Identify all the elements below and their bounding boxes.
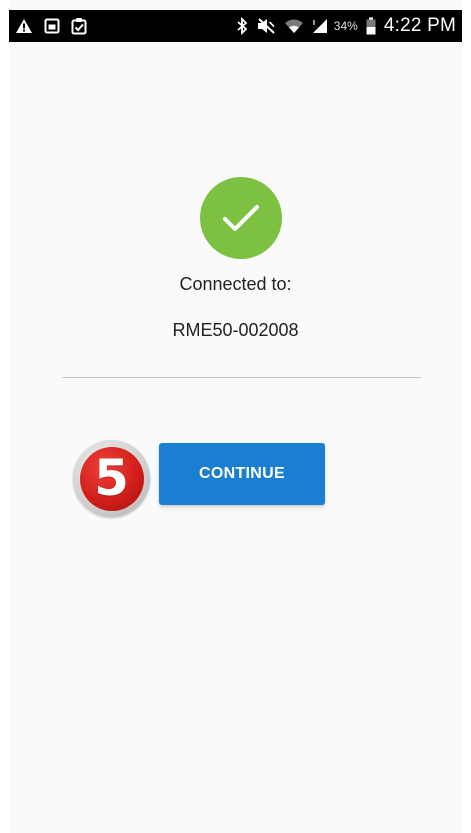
connection-screen: Connected to: RME50-002008 5 CONTINUE [9, 42, 462, 833]
device-name: RME50-002008 [172, 320, 299, 340]
status-bar: 34% 4:22 PM [9, 10, 462, 42]
connected-label: Connected to: [179, 274, 292, 294]
battery-icon [366, 17, 376, 35]
continue-button[interactable]: CONTINUE [159, 443, 325, 505]
image-icon [44, 18, 60, 34]
status-clock: 4:22 PM [383, 15, 456, 36]
wifi-icon [284, 18, 304, 34]
signal-icon [312, 18, 328, 34]
bluetooth-icon [236, 17, 248, 35]
battery-percent: 34% [333, 19, 358, 33]
divider [62, 377, 421, 378]
connected-status-badge [200, 177, 282, 259]
mute-icon [256, 17, 276, 35]
clipboard-check-icon [71, 17, 87, 35]
check-icon [223, 205, 259, 231]
step-number: 5 [94, 448, 129, 507]
status-bar-notifications [15, 17, 98, 35]
phone-screen: 34% 4:22 PM Connected to: RME50-002008 5 [0, 0, 471, 833]
warning-icon [15, 18, 33, 34]
status-bar-system: 34% 4:22 PM [228, 15, 456, 37]
step-badge-inner: 5 [79, 446, 144, 511]
step-annotation-badge: 5 [73, 440, 150, 517]
